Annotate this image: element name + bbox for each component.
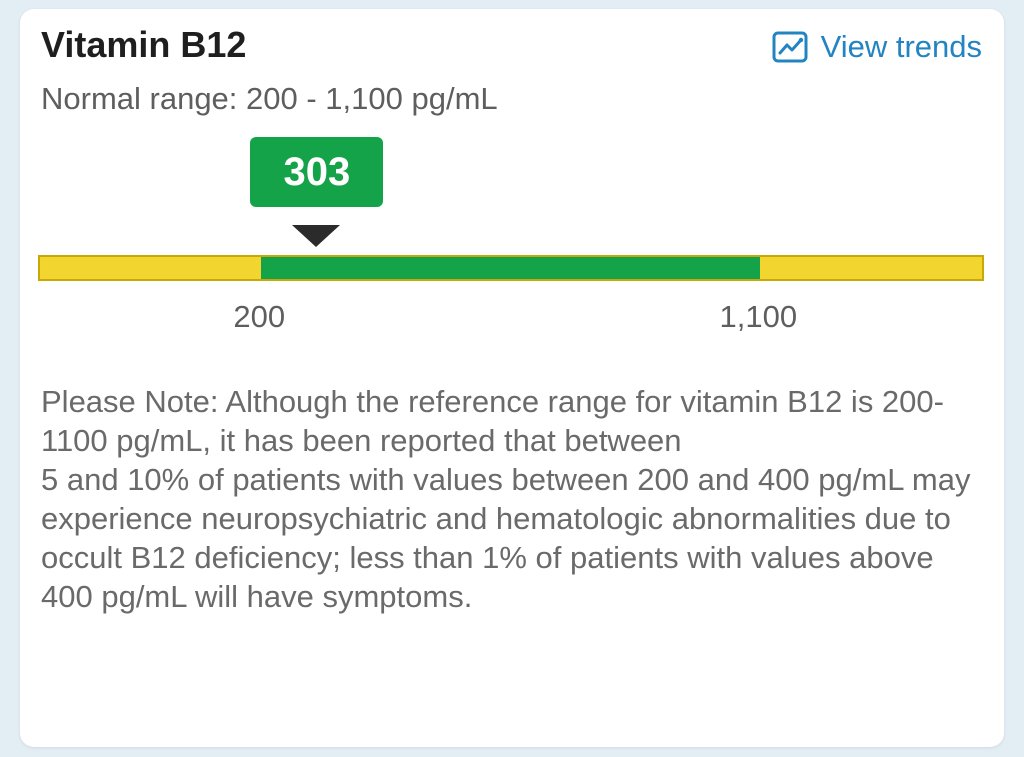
reference-note: Please Note: Although the reference rang… [41, 384, 971, 614]
view-trends-link[interactable]: View trends [772, 29, 982, 65]
normal-high-label: 1,100 [719, 299, 798, 334]
result-value-badge: 303 [250, 137, 384, 207]
normal-range-segment [261, 257, 761, 279]
vitamin-b12-card: Vitamin B12 View trends Normal range: 20… [20, 9, 1004, 747]
normal-range-text: Normal range: 200 - 1,100 pg/mL [41, 81, 498, 116]
normal-low-label: 200 [233, 299, 286, 334]
range-bar [38, 255, 984, 281]
value-pointer-icon [292, 225, 341, 247]
view-trends-label: View trends [820, 29, 982, 64]
card-title: Vitamin B12 [41, 24, 247, 65]
line-chart-icon [772, 31, 808, 63]
